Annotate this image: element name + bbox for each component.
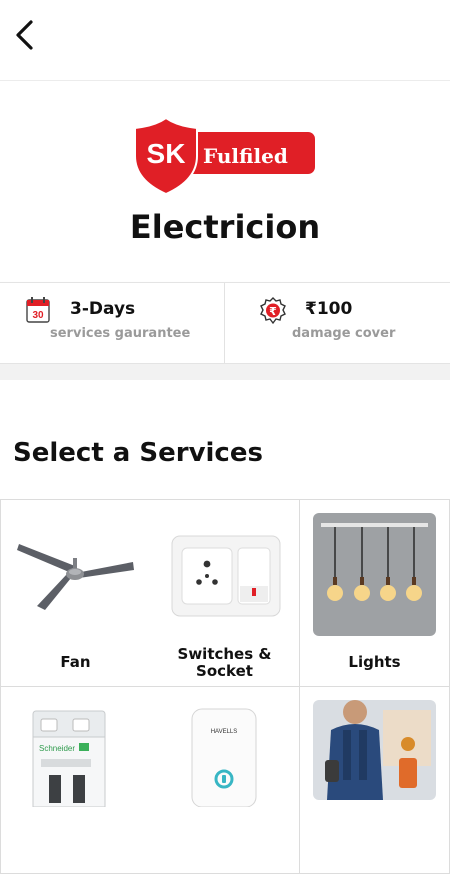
service-tile-stabilizer[interactable]: HAVELLS xyxy=(150,687,300,874)
ceiling-fan-image xyxy=(17,544,134,610)
guarantee-label: services gaurantee xyxy=(50,326,191,341)
pendant-lights-image xyxy=(313,513,436,636)
services-section: Select a Services Fan Switches & Socket … xyxy=(0,380,450,874)
switch-socket-image xyxy=(171,535,281,617)
guarantee-value: 3-Days xyxy=(70,299,136,319)
stabilizer-image: HAVELLS xyxy=(191,708,257,807)
electrician-image xyxy=(313,700,436,800)
logo-word: Fulfiled xyxy=(203,144,288,168)
circuit-breaker-image: Schneider xyxy=(32,710,106,807)
back-arrow-icon[interactable] xyxy=(10,18,44,52)
svg-text:₹: ₹ xyxy=(269,305,277,318)
stabilizer-brand: HAVELLS xyxy=(211,729,238,735)
guarantee-stat: 30 3-Days services gaurantee xyxy=(0,283,225,363)
service-label-line2: Socket xyxy=(196,662,253,680)
logo-initials: SK xyxy=(147,138,186,169)
mcb-brand: Schneider xyxy=(39,744,75,753)
service-label-line1: Switches & xyxy=(177,645,272,663)
damage-cover-label: damage cover xyxy=(292,326,396,341)
service-tile-switches-socket[interactable]: Switches & Socket xyxy=(150,500,300,687)
service-label: Lights xyxy=(348,653,401,671)
calendar-icon: 30 xyxy=(26,297,50,323)
service-tile-fan[interactable]: Fan xyxy=(0,500,151,687)
services-grid: Fan Switches & Socket Lights Schneider H… xyxy=(0,499,450,874)
rupee-badge-icon: ₹ xyxy=(260,297,286,325)
page-title: Electricion xyxy=(129,208,321,246)
service-label: Fan xyxy=(60,653,91,671)
top-bar xyxy=(0,0,450,81)
service-tile-lights[interactable]: Lights xyxy=(300,500,450,687)
brand-header: SK Fulfiled Electricion xyxy=(0,82,450,282)
guarantee-strip: 30 3-Days services gaurantee ₹ ₹100 dama… xyxy=(0,282,450,364)
service-tile-electrician[interactable] xyxy=(300,687,450,874)
service-tile-mcb[interactable]: Schneider xyxy=(0,687,151,874)
damage-cover-value: ₹100 xyxy=(305,299,353,319)
sk-fulfiled-logo: SK Fulfiled xyxy=(134,118,315,194)
damage-cover-stat: ₹ ₹100 damage cover xyxy=(225,283,449,363)
services-title: Select a Services xyxy=(13,438,263,468)
section-divider xyxy=(0,364,450,380)
calendar-day-number: 30 xyxy=(32,310,44,321)
